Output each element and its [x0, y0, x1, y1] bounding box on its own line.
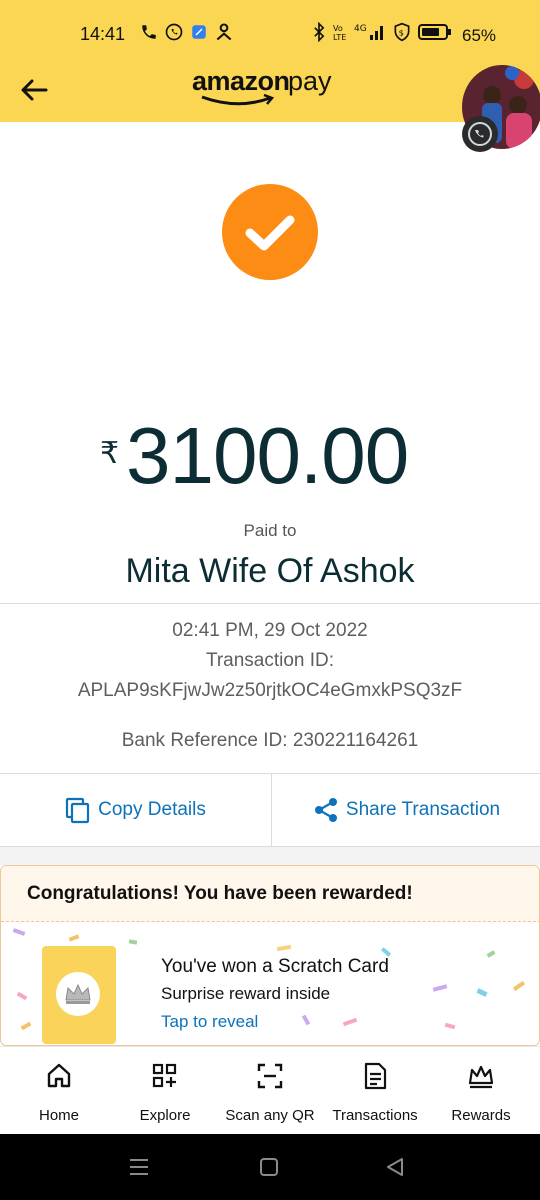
nav-label-transactions: Transactions: [332, 1107, 418, 1124]
transaction-datetime: 02:41 PM, 29 Oct 2022: [172, 620, 368, 641]
share-transaction-label: Share Transaction: [345, 799, 501, 820]
confetti: [128, 939, 138, 945]
section-spacer: [0, 847, 540, 865]
crown-badge: [56, 972, 100, 1016]
battery-icon: [418, 24, 451, 40]
nav-item-home[interactable]: Home: [5, 1047, 113, 1135]
reward-title: Congratulations! You have been rewarded!: [27, 883, 413, 904]
signal-4g-icon: 4G: [354, 24, 383, 40]
svg-text:LTE: LTE: [333, 33, 346, 42]
reward-headline: You've won a Scratch Card: [161, 956, 389, 977]
reward-card[interactable]: Congratulations! You have been rewarded!…: [0, 865, 540, 1046]
amazon-smile-icon: [201, 94, 275, 106]
nav-label-rewards: Rewards: [451, 1107, 511, 1124]
volte-icon: VoLTE: [333, 24, 346, 42]
reward-header: Congratulations! You have been rewarded!: [1, 866, 539, 922]
confetti: [486, 950, 496, 958]
home-square-icon[interactable]: [258, 1156, 280, 1178]
success-check-icon: [222, 184, 318, 280]
document-icon: [364, 1062, 387, 1090]
paid-to-label: Paid to: [243, 521, 297, 540]
confetti: [20, 1021, 32, 1031]
transaction-actions: Copy Details Share Transaction: [0, 773, 540, 847]
status-time: 14:41: [80, 24, 126, 44]
nav-item-scan-qr[interactable]: Scan any QR: [216, 1047, 324, 1135]
status-system-icons: Vo LTE 4G $: [312, 22, 452, 42]
nav-label-home: Home: [38, 1107, 79, 1124]
nav-item-explore[interactable]: Explore: [111, 1047, 219, 1135]
status-notification-icons: [140, 22, 234, 42]
app-header: amazon pay: [0, 60, 540, 122]
confetti: [301, 1014, 311, 1026]
copy-details-button[interactable]: Copy Details: [0, 774, 270, 846]
confetti: [476, 988, 488, 997]
battery-percent: 65%: [462, 26, 497, 45]
logo-pay-text: pay: [288, 66, 332, 96]
amount-value: 3100.00: [126, 411, 409, 500]
logo-amazon-text: amazon: [192, 66, 290, 96]
transaction-id-label: Transaction ID:: [205, 650, 335, 671]
app-icon: [192, 25, 206, 39]
home-icon: [47, 1063, 71, 1088]
bluetooth-icon: [314, 22, 325, 42]
copy-icon: [66, 797, 90, 824]
confetti: [432, 984, 448, 992]
nav-item-transactions[interactable]: Transactions: [321, 1047, 429, 1135]
reward-subtext: Surprise reward inside: [161, 984, 331, 1003]
system-navigation-bar: [0, 1134, 540, 1200]
grid-plus-icon: [152, 1063, 177, 1088]
status-bar: 14:41 Vo LTE 4G $ 65%: [0, 0, 540, 60]
amazon-pay-logo: amazon pay: [192, 64, 352, 108]
confetti: [342, 1017, 358, 1027]
confetti: [16, 991, 28, 1001]
copy-details-label: Copy Details: [98, 799, 206, 820]
scratch-card-thumbnail[interactable]: [42, 946, 116, 1044]
scan-qr-icon: [257, 1063, 283, 1089]
svg-text:Vo: Vo: [333, 24, 343, 33]
confetti: [512, 980, 526, 992]
nav-label-explore: Explore: [139, 1107, 191, 1124]
nav-item-rewards[interactable]: Rewards: [427, 1047, 535, 1135]
arrow-left-icon[interactable]: [16, 72, 52, 108]
crown-icon: [468, 1065, 494, 1089]
call-badge[interactable]: [462, 116, 498, 152]
divider: [0, 603, 540, 604]
bank-reference-id[interactable]: Bank Reference ID: 230221164261: [0, 730, 540, 752]
confetti: [276, 944, 292, 952]
amount-display: ₹ 3100.00: [0, 410, 540, 500]
svg-text:4G: 4G: [354, 24, 367, 34]
phone-icon: [142, 25, 156, 39]
confetti: [12, 928, 26, 936]
crown-icon: [65, 983, 91, 1004]
nav-label-scan-qr: Scan any QR: [225, 1107, 315, 1124]
dollar-shield-icon: $: [394, 22, 410, 42]
confetti: [444, 1022, 456, 1030]
tap-to-reveal-link[interactable]: Tap to reveal: [161, 1012, 258, 1032]
payee-name: Mita Wife Of Ashok: [125, 552, 415, 590]
confetti: [68, 934, 80, 942]
whatsapp-icon: [165, 23, 183, 41]
person-icon: [216, 23, 232, 41]
back-triangle-icon[interactable]: [384, 1156, 406, 1178]
svg-text:$: $: [399, 27, 404, 37]
transaction-id-value[interactable]: APLAP9sKFjwJw2z50rjtkOC4eGmxkPSQ3zF: [0, 680, 540, 702]
phone-call-icon: [468, 122, 492, 146]
share-transaction-button[interactable]: Share Transaction: [271, 774, 540, 846]
menu-icon[interactable]: [128, 1156, 150, 1178]
currency-symbol: ₹: [100, 437, 120, 470]
bottom-nav: Home Explore Scan any QR Transactions Re…: [0, 1046, 540, 1134]
share-icon: [314, 798, 337, 822]
